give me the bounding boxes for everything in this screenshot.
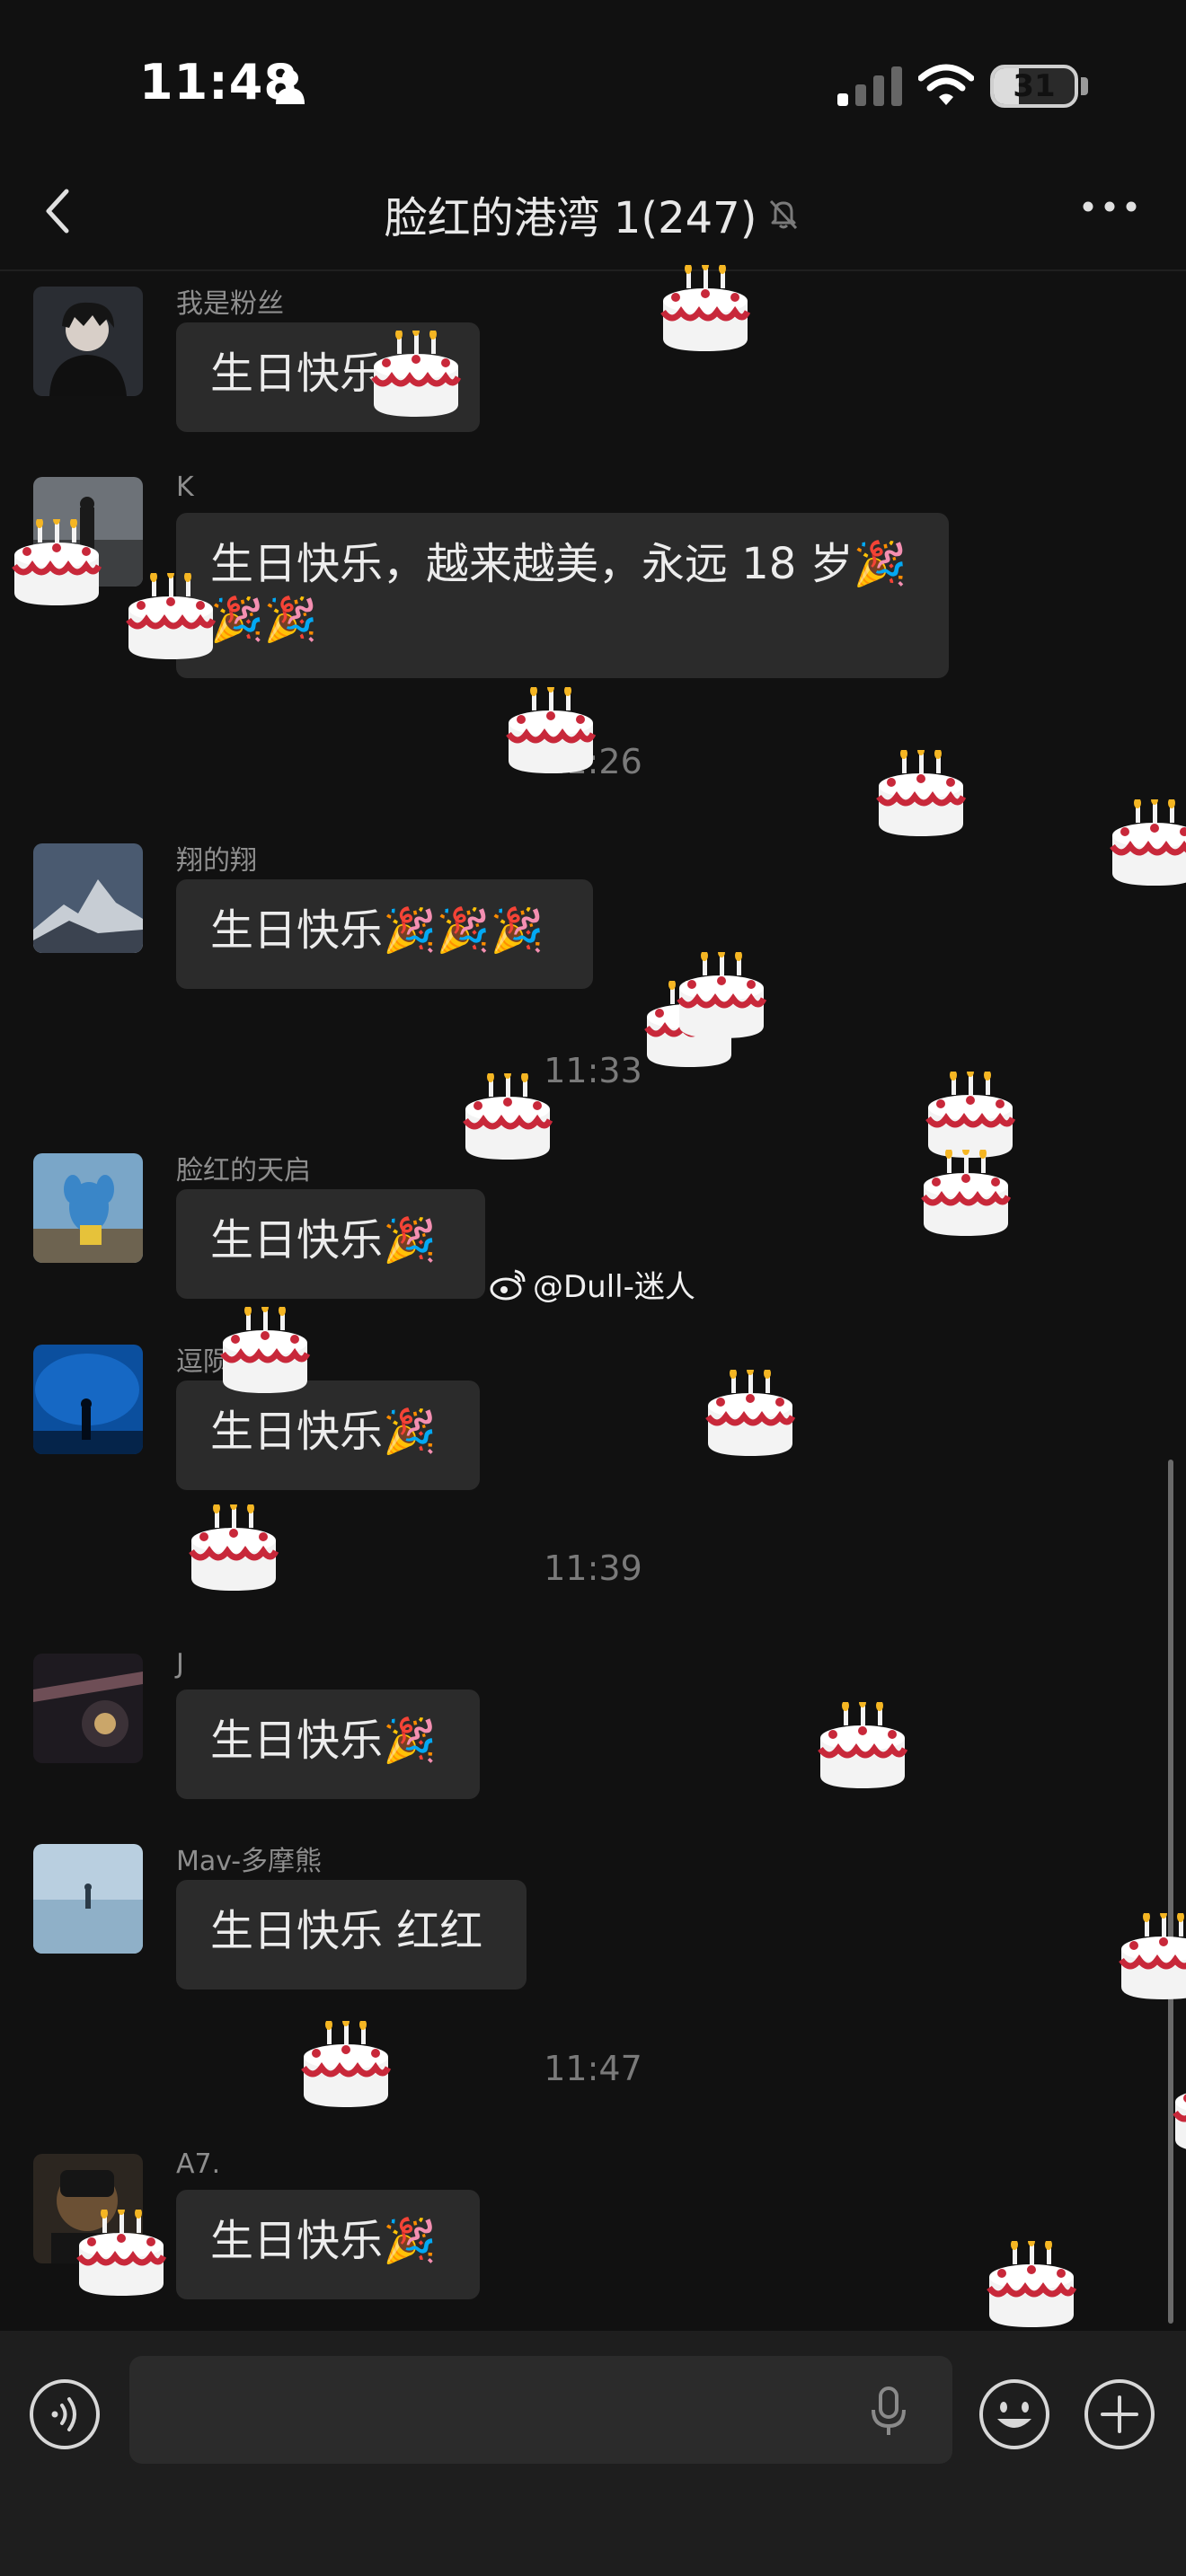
birthday-cake-icon — [921, 1150, 1012, 1236]
birthday-cake-icon — [301, 2021, 392, 2107]
birthday-cake-icon — [1119, 1913, 1186, 1999]
birthday-cake-icon — [705, 1370, 796, 1456]
battery-percent: 31 — [1013, 68, 1056, 104]
avatar[interactable] — [33, 1654, 143, 1763]
sender-name: 翔的翔 — [176, 845, 257, 877]
emoji-icon[interactable] — [978, 2378, 1051, 2451]
bell-slash-icon — [770, 199, 798, 230]
chat-title-row[interactable]: 脸红的港湾 1(247) — [0, 182, 1186, 245]
sender-name: 脸红的天启 — [176, 1155, 311, 1187]
birthday-cake-icon — [189, 1504, 279, 1591]
message-bubble[interactable]: 生日快乐🎉🎉🎉 — [176, 879, 593, 989]
sender-name: 我是粉丝 — [176, 288, 284, 320]
birthday-cake-icon — [987, 2241, 1077, 2327]
birthday-cake-icon — [12, 519, 102, 605]
sender-name: A7. — [176, 2148, 221, 2180]
battery-indicator: 31 — [990, 65, 1078, 108]
birthday-cake-icon — [463, 1073, 553, 1160]
voice-icon[interactable] — [28, 2378, 102, 2451]
sender-name: J — [176, 1648, 184, 1680]
cellular-signal-icon — [837, 66, 902, 106]
chat-screen: 11:48 31 脸红的港湾 1(247) 我是粉丝 生日快乐 K 生日快乐，越… — [0, 0, 1186, 2576]
watermark-text: @Dull-迷人 — [533, 1269, 695, 1305]
wifi-icon — [918, 64, 974, 105]
weibo-icon — [490, 1269, 526, 1300]
avatar[interactable] — [33, 287, 143, 396]
birthday-cake-icon — [660, 265, 751, 351]
birthday-cake-icon — [1110, 799, 1186, 886]
birthday-cake-icon — [818, 1702, 908, 1788]
chat-title: 脸红的港湾 1(247) — [384, 193, 757, 243]
message-bubble[interactable]: 生日快乐🎉 — [176, 1689, 480, 1799]
message-text-line: 🎉🎉 — [210, 595, 318, 645]
avatar[interactable] — [33, 843, 143, 953]
birthday-cake-icon — [76, 2210, 167, 2296]
message-bubble[interactable]: 生日快乐🎉 — [176, 1189, 485, 1299]
birthday-cake-icon — [1173, 2093, 1186, 2149]
timestamp: 11:47 — [544, 2049, 642, 2088]
more-dots-icon[interactable] — [1078, 193, 1141, 220]
message-text-line: 生日快乐，越来越美，永远 18 岁🎉 — [210, 539, 907, 589]
microphone-icon[interactable] — [868, 2385, 909, 2439]
birthday-cake-icon — [876, 750, 967, 836]
watermark: @Dull-迷人 — [490, 1262, 695, 1306]
timestamp: 11:39 — [544, 1548, 642, 1588]
birthday-cake-icon — [126, 573, 217, 659]
message-input[interactable] — [129, 2356, 952, 2464]
avatar[interactable] — [33, 1153, 143, 1263]
avatar[interactable] — [33, 1844, 143, 1954]
battery-nub — [1081, 77, 1088, 95]
message-bubble[interactable]: 生日快乐，越来越美，永远 18 岁🎉 🎉🎉 — [176, 513, 949, 678]
message-bubble[interactable]: 生日快乐🎉 — [176, 1381, 480, 1490]
input-bar — [0, 2331, 1186, 2576]
avatar[interactable] — [33, 1345, 143, 1454]
message-bubble[interactable]: 生日快乐🎉 — [176, 2190, 480, 2299]
message-bubble[interactable]: 生日快乐 红红 — [176, 1880, 527, 1989]
birthday-cake-icon — [925, 1072, 1016, 1158]
person-icon — [276, 70, 305, 104]
sender-name: Mav-多摩熊 — [176, 1846, 323, 1877]
birthday-cake-icon — [506, 687, 597, 773]
scrollbar[interactable] — [1168, 1460, 1173, 2324]
plus-icon[interactable] — [1083, 2378, 1156, 2451]
chat-header: 脸红的港湾 1(247) — [0, 157, 1186, 271]
sender-name: K — [176, 472, 194, 503]
birthday-cake-icon — [371, 331, 462, 417]
birthday-cake-icon — [220, 1307, 311, 1393]
birthday-cake-icon — [677, 952, 767, 1038]
